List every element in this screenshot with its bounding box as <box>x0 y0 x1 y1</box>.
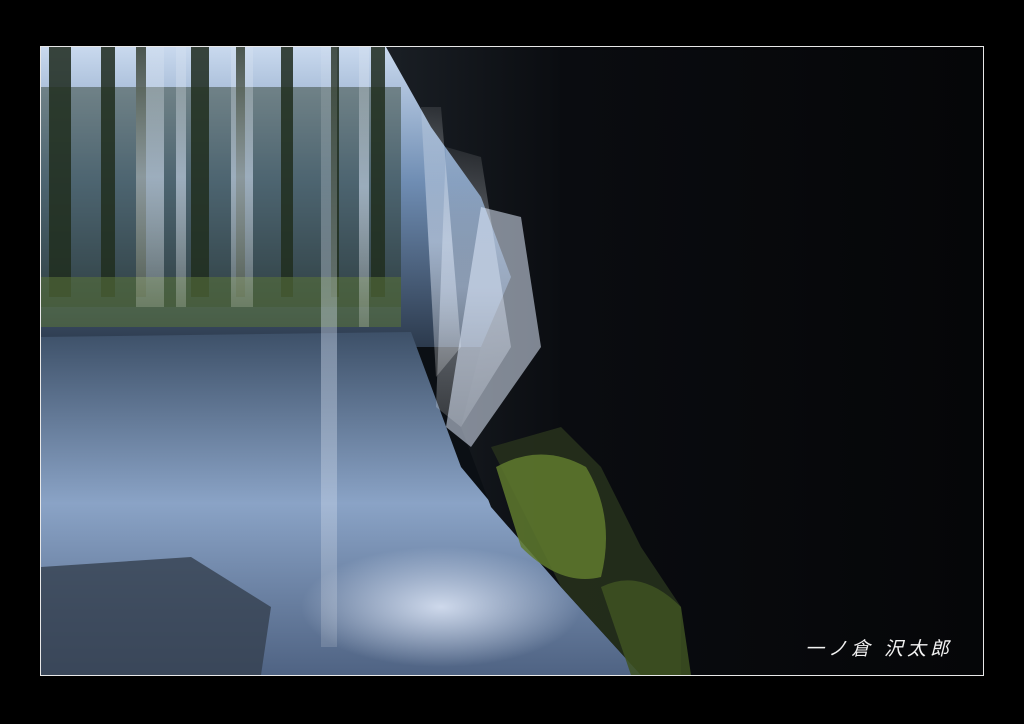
photo-frame: 一ノ倉 沢太郎 <box>0 0 1024 724</box>
waterfall-scene <box>41 47 983 675</box>
waterfall-photo: 一ノ倉 沢太郎 <box>40 46 984 676</box>
water-mist <box>301 547 581 667</box>
mossy-bank <box>41 277 401 327</box>
photographer-signature: 一ノ倉 沢太郎 <box>804 638 953 660</box>
